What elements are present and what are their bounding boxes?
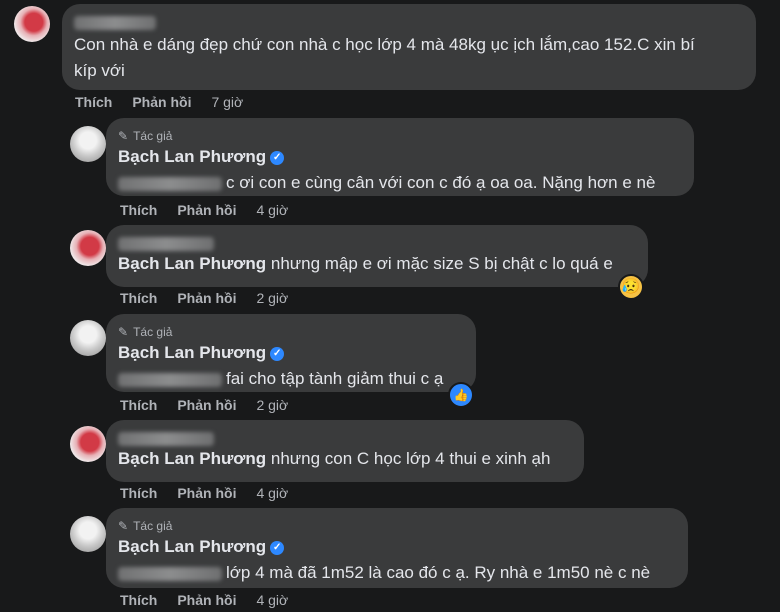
mention-name[interactable]: Bạch Lan Phương (118, 449, 266, 468)
like-button[interactable]: Thích (120, 485, 157, 501)
reply-bubble: Bạch Lan Phương nhưng con C học lớp 4 th… (106, 420, 584, 482)
author-badge: ✎ Tác giả (118, 325, 173, 339)
reply-time: 4 giờ (256, 592, 289, 608)
comment-text: Con nhà e dáng đẹp chứ con nhà c học lớp… (74, 35, 695, 54)
avatar[interactable] (70, 426, 106, 462)
reply-text-row: Bạch Lan Phương nhưng con C học lớp 4 th… (118, 446, 572, 472)
reply-button[interactable]: Phản hồi (177, 397, 236, 413)
pen-icon: ✎ (118, 519, 129, 533)
commenter-name-blurred[interactable] (118, 235, 636, 251)
comment-text-continued: kíp với (74, 61, 125, 80)
like-button[interactable]: Thích (75, 94, 112, 110)
reply-text: nhưng con C học lớp 4 thui e xinh ạh (270, 449, 551, 468)
reply-time: 4 giờ (256, 485, 289, 501)
mention-blurred[interactable] (118, 566, 222, 581)
author-name[interactable]: Bạch Lan Phương ✓ (118, 340, 464, 366)
reply-text-row: Bạch Lan Phương nhưng mập e ơi mặc size … (118, 251, 636, 277)
author-avatar[interactable] (70, 516, 106, 552)
reply-time: 2 giờ (256, 397, 289, 413)
reply-actions: Thích Phản hồi 4 giờ (120, 485, 288, 501)
mention-blurred[interactable] (118, 372, 222, 387)
reply-text: lớp 4 mà đã 1m52 là cao đó c ạ. Ry nhà e… (226, 563, 651, 582)
reply-text: nhưng mập e ơi mặc size S bị chật c lo q… (270, 254, 613, 273)
comment-bubble: Con nhà e dáng đẹp chứ con nhà c học lớp… (62, 4, 756, 90)
reply-actions: Thích Phản hồi 2 giờ (120, 290, 288, 306)
author-name[interactable]: Bạch Lan Phương ✓ (118, 144, 682, 170)
author-name[interactable]: Bạch Lan Phương ✓ (118, 534, 676, 560)
commenter-name-blurred[interactable] (74, 14, 744, 30)
reply-actions: Thích Phản hồi 4 giờ (120, 202, 288, 218)
like-button[interactable]: Thích (120, 202, 157, 218)
reply-bubble: ✎ Tác giả Bạch Lan Phương ✓ fai cho tập tà… (106, 314, 476, 392)
mention-blurred[interactable] (118, 176, 222, 191)
reply-text-row: lớp 4 mà đã 1m52 là cao đó c ạ. Ry nhà e… (118, 560, 676, 586)
reply-bubble: ✎ Tác giả Bạch Lan Phương ✓ c ơi con e cùn… (106, 118, 694, 196)
verified-icon: ✓ (270, 150, 285, 165)
reply-button[interactable]: Phản hồi (177, 290, 236, 306)
reply-actions: Thích Phản hồi 4 giờ (120, 592, 288, 608)
reply-button[interactable]: Phản hồi (132, 94, 191, 110)
reply-button[interactable]: Phản hồi (177, 202, 236, 218)
reply-text-row: fai cho tập tành giảm thui c ạ (118, 366, 464, 392)
like-button[interactable]: Thích (120, 290, 157, 306)
reply-text: fai cho tập tành giảm thui c ạ (226, 369, 444, 388)
reply-bubble: Bạch Lan Phương nhưng mập e ơi mặc size … (106, 225, 648, 287)
avatar[interactable] (70, 230, 106, 266)
author-avatar[interactable] (70, 126, 106, 162)
like-button[interactable]: Thích (120, 592, 157, 608)
verified-icon: ✓ (270, 346, 285, 361)
like-button[interactable]: Thích (120, 397, 157, 413)
author-badge: ✎ Tác giả (118, 519, 173, 533)
reply-button[interactable]: Phản hồi (177, 592, 236, 608)
mention-name[interactable]: Bạch Lan Phương (118, 254, 266, 273)
verified-icon: ✓ (270, 540, 285, 555)
author-avatar[interactable] (70, 320, 106, 356)
avatar[interactable] (14, 6, 50, 42)
commenter-name-blurred[interactable] (118, 430, 572, 446)
sad-reaction-icon[interactable]: 😥 (618, 274, 644, 300)
reply-time: 2 giờ (256, 290, 289, 306)
reply-button[interactable]: Phản hồi (177, 485, 236, 501)
like-reaction-icon[interactable]: 👍 (448, 382, 474, 408)
reply-text-row: c ơi con e cùng cân với con c đó ạ oa oa… (118, 170, 682, 196)
reply-time: 4 giờ (256, 202, 289, 218)
author-badge: ✎ Tác giả (118, 129, 173, 143)
pen-icon: ✎ (118, 325, 129, 339)
comment-time: 7 giờ (211, 94, 244, 110)
pen-icon: ✎ (118, 129, 129, 143)
reply-actions: Thích Phản hồi 2 giờ (120, 397, 288, 413)
reply-text: c ơi con e cùng cân với con c đó ạ oa oa… (226, 173, 656, 192)
reply-bubble: ✎ Tác giả Bạch Lan Phương ✓ lớp 4 mà đã 1m… (106, 508, 688, 588)
comment-actions: Thích Phản hồi 7 giờ (75, 94, 243, 110)
